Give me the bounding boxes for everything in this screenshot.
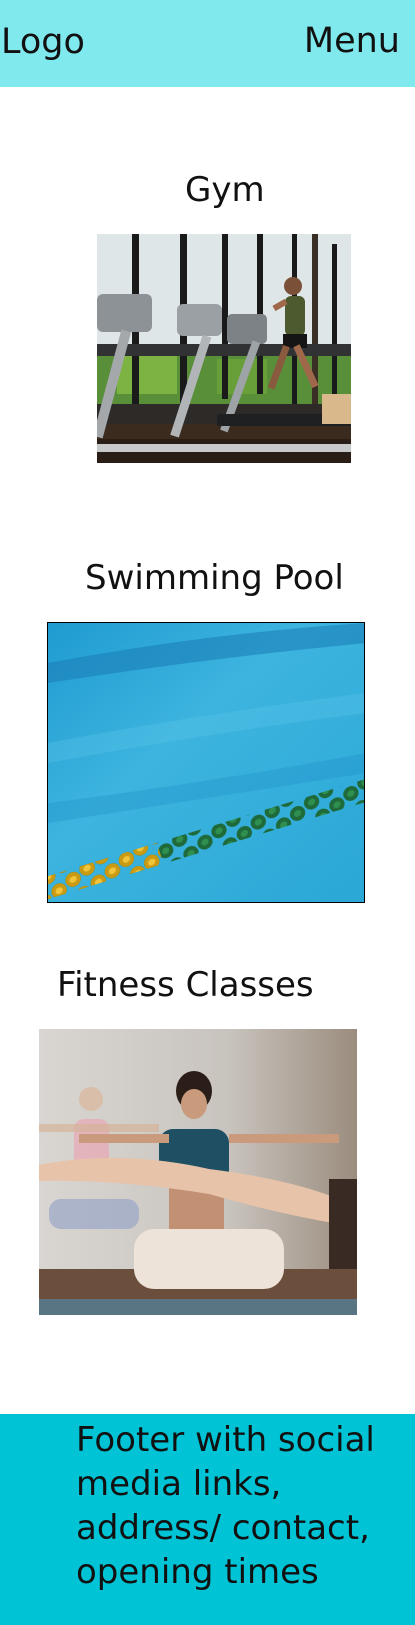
fitness-classes-image bbox=[39, 1029, 357, 1315]
menu-button[interactable]: Menu bbox=[304, 19, 400, 63]
gym-image bbox=[97, 234, 351, 463]
section-title-swimming-pool: Swimming Pool bbox=[85, 558, 344, 598]
footer-info-text: Footer with social media links, address/… bbox=[76, 1420, 375, 1592]
section-title-fitness-classes: Fitness Classes bbox=[57, 965, 314, 1005]
site-header: Logo Menu bbox=[0, 0, 415, 87]
pool-image bbox=[47, 622, 365, 903]
site-footer: Footer with social media links, address/… bbox=[0, 1414, 415, 1625]
site-logo[interactable]: Logo bbox=[1, 20, 85, 64]
section-title-gym: Gym bbox=[185, 170, 265, 210]
